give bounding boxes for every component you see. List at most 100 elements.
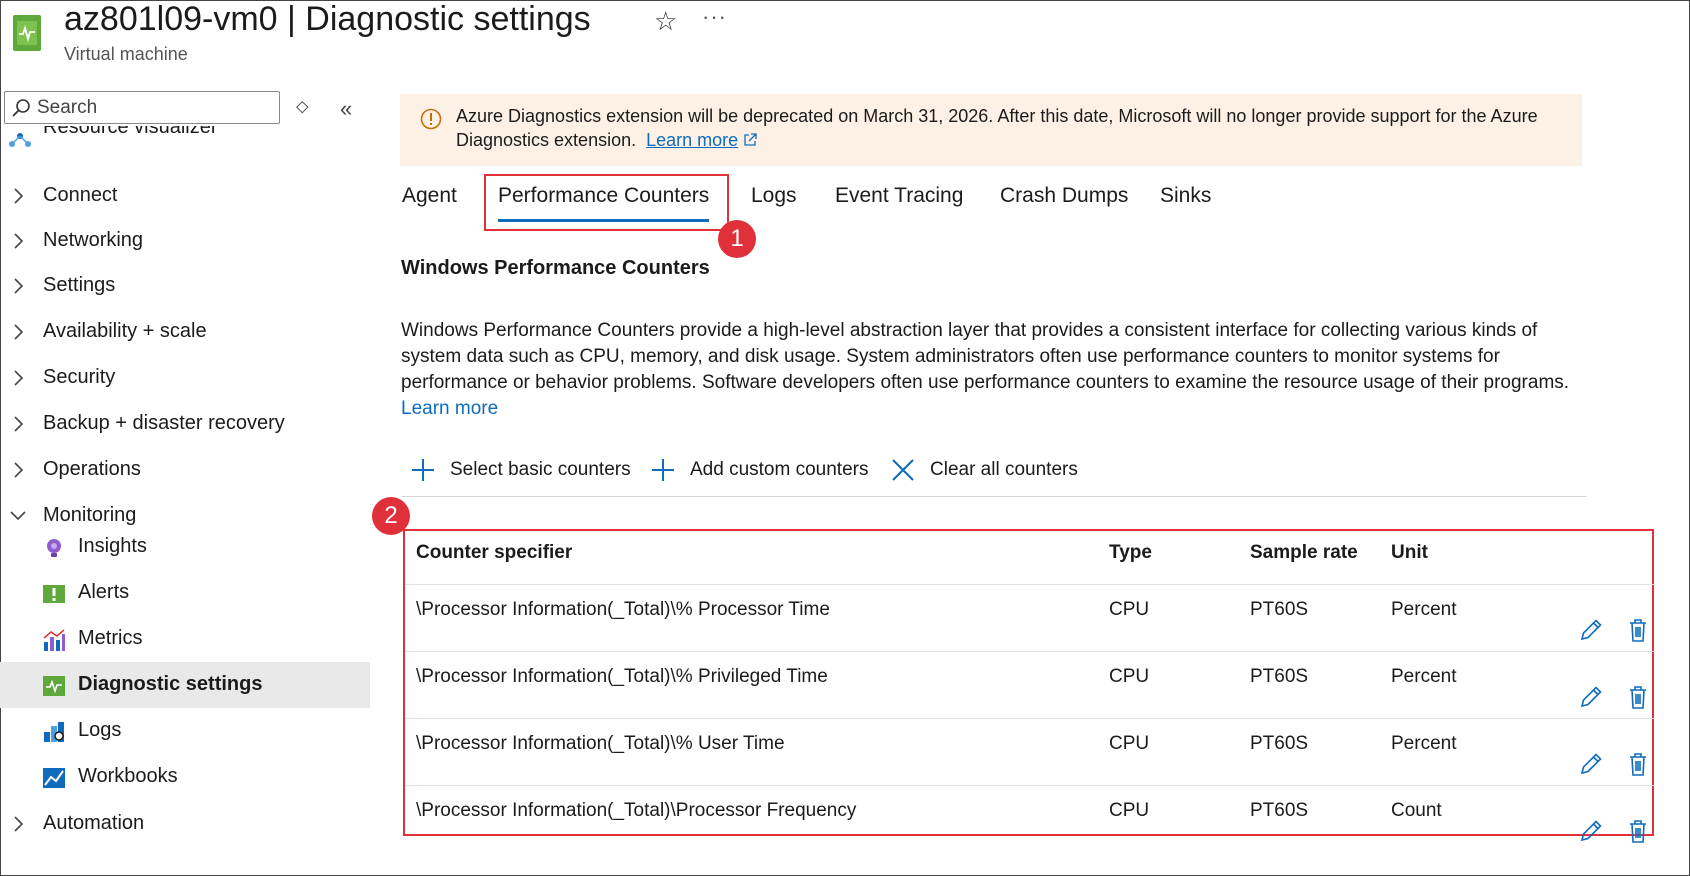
counter-specifier-cell: \Processor Information(_Total)\% Process… — [416, 599, 830, 620]
delete-trash-icon[interactable] — [1625, 818, 1651, 844]
banner-learn-more-link[interactable]: Learn more — [646, 130, 738, 150]
delete-trash-icon[interactable] — [1625, 617, 1651, 643]
sidebar-item-label: Resource visualizer — [43, 126, 218, 138]
tab-agent[interactable]: Agent — [402, 184, 457, 208]
search-icon — [12, 99, 30, 117]
edit-pencil-icon[interactable] — [1578, 684, 1604, 710]
sidebar-item-security[interactable]: Security — [0, 356, 370, 400]
type-cell: CPU — [1109, 800, 1150, 821]
toolbar-divider — [401, 496, 1587, 497]
counter-specifier-cell: \Processor Information(_Total)\Processor… — [416, 800, 857, 821]
type-cell: CPU — [1109, 733, 1150, 754]
resource-visualizer-icon — [9, 133, 31, 147]
unit-cell: Percent — [1391, 666, 1457, 687]
collapse-sidebar-icon[interactable]: « — [340, 96, 352, 122]
sidebar-item-label: Backup + disaster recovery — [43, 412, 285, 434]
chevron-right-icon — [14, 278, 24, 294]
callout-badge-2: 2 — [372, 497, 410, 535]
chevron-right-icon — [14, 324, 24, 340]
sample-rate-cell: PT60S — [1250, 599, 1309, 620]
chevron-right-icon — [14, 188, 24, 204]
section-title: Windows Performance Counters — [401, 257, 710, 279]
tab-logs[interactable]: Logs — [751, 184, 797, 208]
sidebar-item-label: Operations — [43, 458, 141, 480]
sort-toggle-icon[interactable]: ⬦ — [296, 96, 309, 117]
sidebar-item-label: Security — [43, 366, 116, 388]
description-learn-more-link[interactable]: Learn more — [401, 398, 498, 419]
sidebar-item-label: Workbooks — [78, 765, 178, 787]
workbooks-icon — [43, 768, 65, 788]
sidebar-item-label: Insights — [78, 535, 147, 557]
plus-icon — [652, 459, 674, 481]
button-label: Add custom counters — [690, 459, 869, 480]
sidebar-search[interactable] — [4, 91, 280, 124]
counter-specifier-cell: \Processor Information(_Total)\% Privile… — [416, 666, 828, 687]
table-row: \Processor Information(_Total)\% User Ti… — [405, 719, 1655, 786]
diagnostic-settings-icon — [43, 676, 65, 696]
sample-rate-cell: PT60S — [1250, 800, 1309, 821]
sidebar-item-backup[interactable]: Backup + disaster recovery — [0, 402, 370, 446]
table-row: \Processor Information(_Total)\Processor… — [405, 786, 1655, 852]
callout-highlight-1 — [484, 174, 729, 231]
sidebar-item-workbooks[interactable]: Workbooks — [0, 754, 370, 800]
tab-crash-dumps[interactable]: Crash Dumps — [1000, 184, 1128, 208]
chevron-right-icon — [14, 416, 24, 432]
sidebar-item-settings[interactable]: Settings — [0, 264, 370, 308]
deprecation-banner: Azure Diagnostics extension will be depr… — [400, 94, 1582, 166]
sidebar-item-label: Diagnostic settings — [78, 673, 263, 695]
banner-text: Azure Diagnostics extension will be depr… — [456, 104, 1566, 152]
page-title: az801l09-vm0 | Diagnostic settings — [64, 0, 591, 38]
search-input[interactable] — [37, 94, 273, 121]
sidebar-item-label: Settings — [43, 274, 116, 296]
tab-event-tracing[interactable]: Event Tracing — [835, 184, 963, 208]
sidebar-item-connect[interactable]: Connect — [0, 174, 370, 218]
alerts-icon — [43, 585, 65, 603]
banner-message: Azure Diagnostics extension will be depr… — [456, 106, 1538, 150]
chevron-right-icon — [14, 462, 24, 478]
star-icon[interactable]: ☆ — [654, 6, 677, 37]
callout-badge-1: 1 — [718, 220, 756, 258]
section-description: Windows Performance Counters provide a h… — [401, 318, 1581, 422]
delete-trash-icon[interactable] — [1625, 684, 1651, 710]
sidebar-item-logs[interactable]: Logs — [0, 708, 370, 754]
table-row: \Processor Information(_Total)\% Process… — [405, 585, 1655, 652]
sidebar-item-availability-scale[interactable]: Availability + scale — [0, 310, 370, 354]
column-header-type[interactable]: Type — [1109, 542, 1152, 564]
insights-icon — [47, 539, 61, 557]
ellipsis-icon[interactable]: ··· — [702, 4, 727, 30]
metrics-icon — [43, 629, 65, 651]
clear-all-counters-button[interactable]: Clear all counters — [890, 455, 1090, 485]
tab-sinks[interactable]: Sinks — [1160, 184, 1211, 208]
sidebar-item-resource-visualizer[interactable]: Resource visualizer — [0, 126, 370, 148]
sidebar-item-diagnostic-settings[interactable]: Diagnostic settings — [0, 662, 370, 708]
column-header-unit[interactable]: Unit — [1391, 542, 1428, 564]
sidebar-item-label: Availability + scale — [43, 320, 207, 342]
resource-type: Virtual machine — [64, 44, 188, 64]
edit-pencil-icon[interactable] — [1578, 617, 1604, 643]
sidebar-item-alerts[interactable]: Alerts — [0, 570, 370, 616]
external-link-icon[interactable] — [743, 133, 757, 147]
column-header-specifier[interactable]: Counter specifier — [416, 542, 572, 564]
sidebar-item-metrics[interactable]: Metrics — [0, 616, 370, 662]
delete-trash-icon[interactable] — [1625, 751, 1651, 777]
type-cell: CPU — [1109, 666, 1150, 687]
sidebar-item-label: Logs — [78, 719, 122, 741]
sidebar-item-label: Connect — [43, 184, 118, 206]
add-custom-counters-button[interactable]: Add custom counters — [650, 455, 880, 485]
column-header-sample-rate[interactable]: Sample rate — [1250, 542, 1358, 564]
edit-pencil-icon[interactable] — [1578, 818, 1604, 844]
close-icon — [892, 459, 914, 481]
sidebar-item-insights[interactable]: Insights — [0, 524, 370, 570]
sidebar-item-networking[interactable]: Networking — [0, 219, 370, 263]
counter-specifier-cell: \Processor Information(_Total)\% User Ti… — [416, 733, 785, 754]
button-label: Select basic counters — [450, 459, 631, 480]
info-warning-icon — [420, 108, 442, 130]
sidebar-item-label: Networking — [43, 229, 144, 251]
select-basic-counters-button[interactable]: Select basic counters — [410, 455, 640, 485]
sidebar-item-operations[interactable]: Operations — [0, 448, 370, 492]
sample-rate-cell: PT60S — [1250, 733, 1309, 754]
type-cell: CPU — [1109, 599, 1150, 620]
sidebar-item-automation[interactable]: Automation — [0, 802, 370, 846]
edit-pencil-icon[interactable] — [1578, 751, 1604, 777]
sidebar-item-label: Alerts — [78, 581, 130, 603]
